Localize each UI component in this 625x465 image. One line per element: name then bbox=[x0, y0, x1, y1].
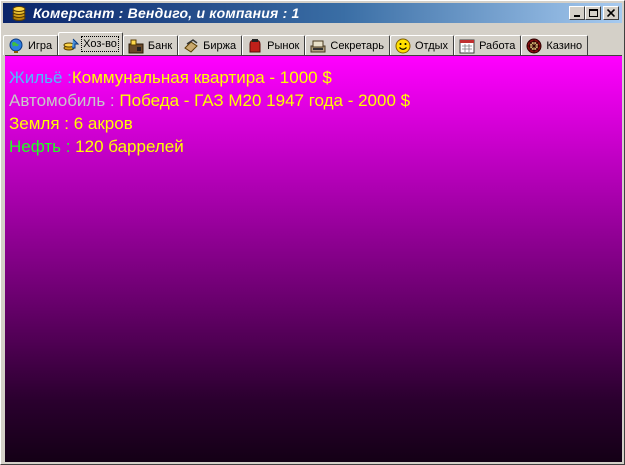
smiley-icon bbox=[395, 38, 411, 53]
car-label: Автомобиль : bbox=[9, 91, 115, 110]
land-label: Земля : bbox=[9, 114, 69, 133]
tab-label: Банк bbox=[147, 39, 173, 52]
car-value: Победа - ГАЗ М20 1947 года - 2000 $ bbox=[119, 91, 411, 110]
tab-label: Казино bbox=[546, 39, 583, 52]
tab-label: Секретарь bbox=[330, 39, 384, 52]
tab-secretary[interactable]: Секретарь bbox=[305, 35, 390, 55]
tab-label: Рынок bbox=[267, 39, 300, 52]
app-window: Комерсант : Вендиго, и компания : 1 Игра bbox=[0, 0, 625, 465]
title-bar[interactable]: Комерсант : Вендиго, и компания : 1 bbox=[3, 3, 622, 23]
tab-label: Хоз-во bbox=[81, 36, 119, 52]
minimize-button[interactable] bbox=[569, 6, 585, 20]
tab-label: Работа bbox=[479, 39, 516, 52]
window-title: Комерсант : Вендиго, и компания : 1 bbox=[33, 5, 300, 21]
tab-label: Игра bbox=[28, 39, 53, 52]
tab-bank[interactable]: Банк bbox=[122, 35, 179, 55]
land-value: 6 акров bbox=[73, 114, 133, 133]
maximize-icon bbox=[588, 9, 598, 17]
tab-exchange[interactable]: Биржа bbox=[178, 35, 243, 55]
market-icon bbox=[249, 38, 261, 52]
title-bar-buttons bbox=[569, 6, 619, 20]
land-row: Земля : 6 акров bbox=[9, 112, 622, 135]
tab-household[interactable]: Хоз-во bbox=[58, 32, 123, 55]
minimize-icon bbox=[574, 15, 580, 17]
tab-casino[interactable]: Казино bbox=[521, 35, 589, 55]
housing-row: Жильё :Коммунальная квартира - 1000 $ bbox=[9, 66, 622, 89]
tab-work[interactable]: Работа bbox=[454, 35, 522, 55]
housing-label: Жильё : bbox=[9, 68, 72, 87]
tab-market[interactable]: Рынок bbox=[242, 35, 306, 55]
tab-label: Отдых bbox=[415, 39, 449, 52]
close-icon bbox=[607, 9, 615, 17]
housing-value: Коммунальная квартира - 1000 $ bbox=[71, 68, 332, 87]
oil-row: Нефть : 120 баррелей bbox=[9, 135, 622, 158]
tab-game[interactable]: Игра bbox=[3, 35, 59, 55]
coins-icon bbox=[11, 5, 27, 21]
household-icon bbox=[63, 38, 80, 51]
exchange-icon bbox=[184, 38, 198, 53]
oil-value: 120 баррелей bbox=[75, 137, 184, 156]
maximize-button[interactable] bbox=[585, 6, 601, 20]
car-row: Автомобиль : Победа - ГАЗ М20 1947 года … bbox=[9, 89, 622, 112]
calendar-icon bbox=[459, 39, 475, 53]
globe-icon bbox=[9, 38, 23, 53]
household-panel: Жильё :Коммунальная квартира - 1000 $ Ав… bbox=[5, 55, 622, 462]
tab-label: Биржа bbox=[203, 39, 237, 52]
close-button[interactable] bbox=[603, 6, 619, 20]
oil-label: Нефть : bbox=[9, 137, 71, 156]
bank-icon bbox=[128, 39, 144, 53]
secretary-icon bbox=[310, 40, 326, 52]
tab-bar: Игра Хоз-во Банк Биржа Рынок Секретарь О… bbox=[3, 29, 622, 55]
roulette-icon bbox=[526, 38, 542, 53]
tab-leisure[interactable]: Отдых bbox=[390, 35, 455, 55]
